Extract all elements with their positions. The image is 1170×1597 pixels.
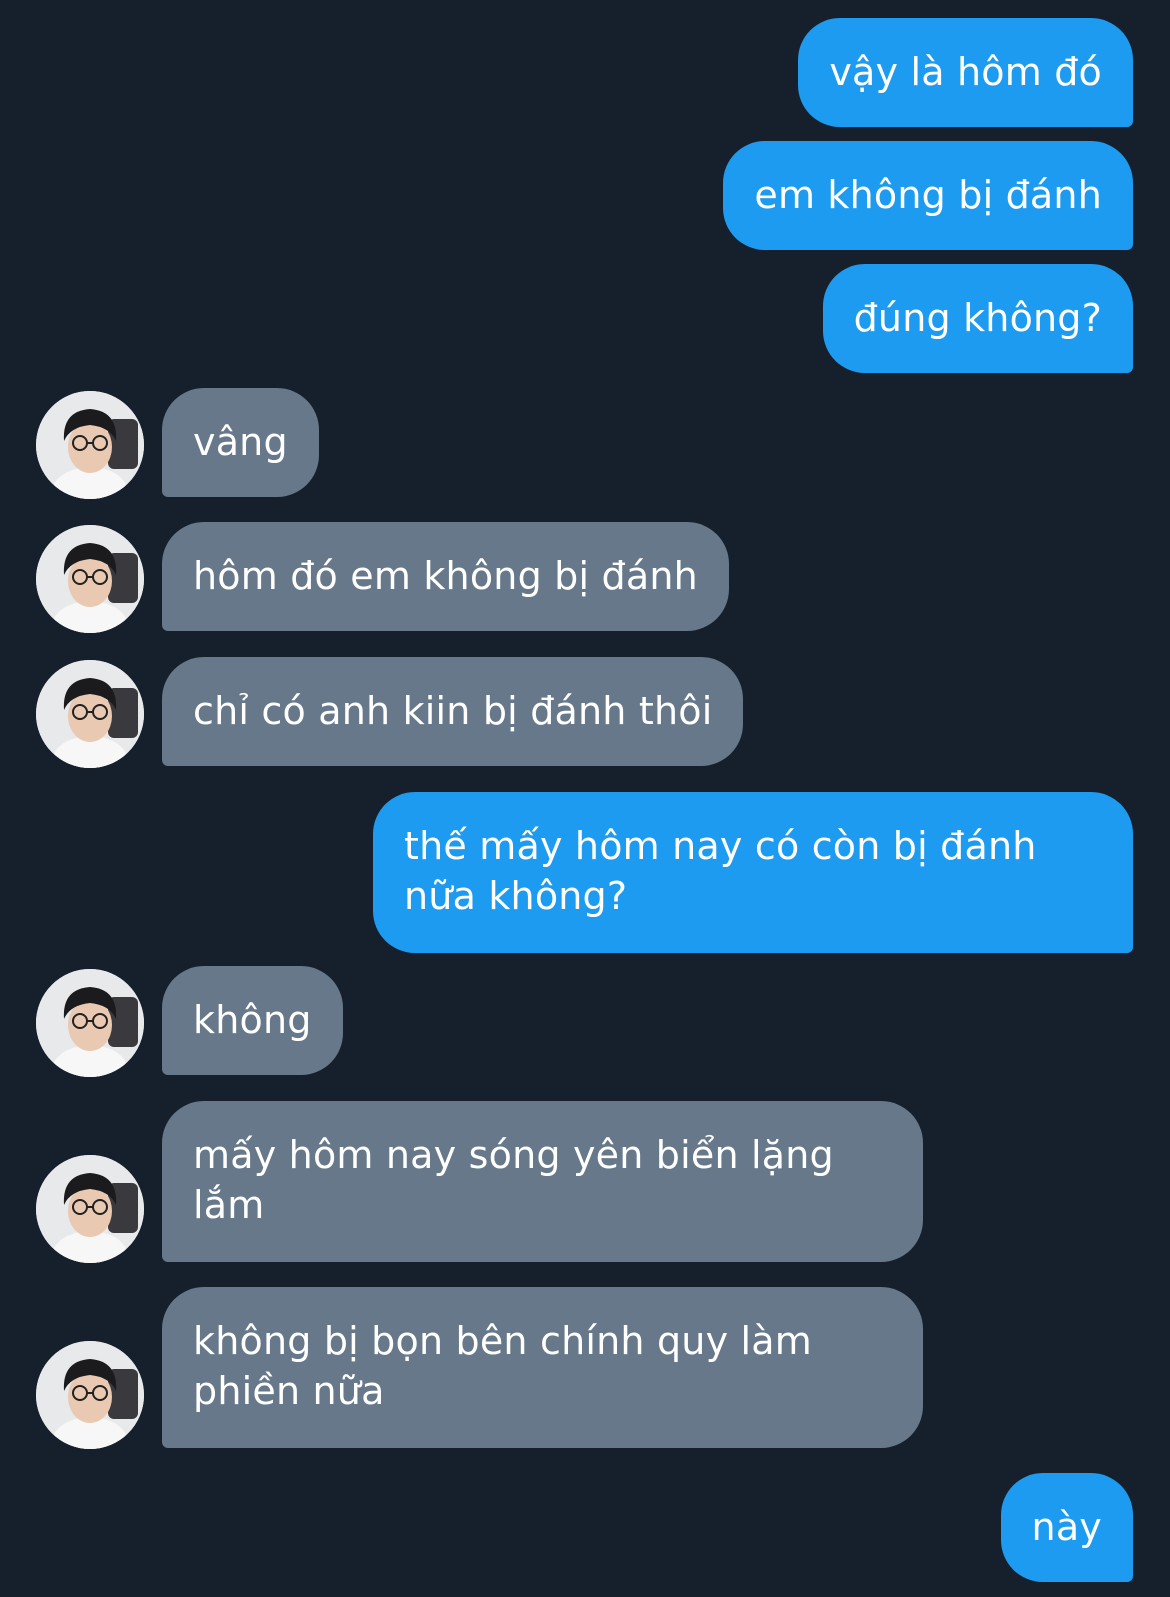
user-avatar-icon: [36, 969, 144, 1077]
chat-thread: vậy là hôm đó em không bị đánh đúng khôn…: [0, 0, 1170, 1597]
avatar[interactable]: [36, 1341, 144, 1449]
user-avatar-icon: [36, 660, 144, 768]
received-message-bubble[interactable]: vâng: [162, 388, 319, 497]
sent-message-bubble[interactable]: em không bị đánh: [723, 141, 1133, 250]
sent-message-bubble[interactable]: đúng không?: [822, 264, 1133, 373]
avatar[interactable]: [36, 1155, 144, 1263]
received-message-bubble[interactable]: không: [162, 966, 343, 1075]
sent-message-bubble[interactable]: thế mấy hôm nay có còn bị đánh nữa không…: [373, 792, 1133, 953]
received-message-bubble[interactable]: mấy hôm nay sóng yên biển lặng lắm: [162, 1101, 923, 1262]
user-avatar-icon: [36, 1341, 144, 1449]
received-message-bubble[interactable]: chỉ có anh kiin bị đánh thôi: [162, 657, 744, 766]
received-message-bubble[interactable]: hôm đó em không bị đánh: [162, 522, 729, 631]
user-avatar-icon: [36, 391, 144, 499]
sent-message-bubble[interactable]: này: [1000, 1473, 1133, 1582]
received-message-bubble[interactable]: không bị bọn bên chính quy làm phiền nữa: [162, 1287, 923, 1448]
avatar[interactable]: [36, 525, 144, 633]
sent-message-bubble[interactable]: vậy là hôm đó: [798, 18, 1133, 127]
avatar[interactable]: [36, 969, 144, 1077]
user-avatar-icon: [36, 1155, 144, 1263]
avatar[interactable]: [36, 660, 144, 768]
user-avatar-icon: [36, 525, 144, 633]
avatar[interactable]: [36, 391, 144, 499]
